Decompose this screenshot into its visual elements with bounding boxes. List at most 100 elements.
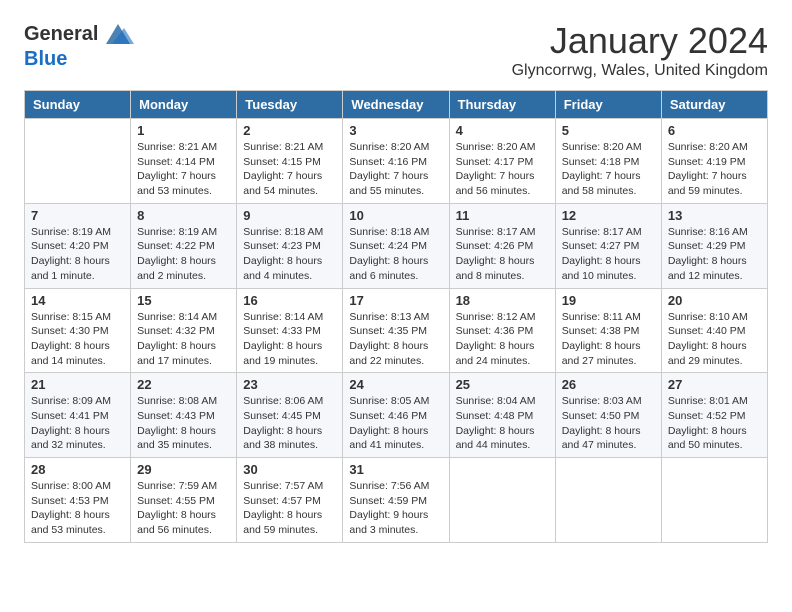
calendar-cell: 31Sunrise: 7:56 AMSunset: 4:59 PMDayligh… [343,458,449,543]
day-info-line: Sunrise: 8:00 AM [31,479,124,494]
day-info-line: Daylight: 8 hours [562,254,655,269]
day-info-line: Daylight: 8 hours [243,339,336,354]
day-info-line: Sunset: 4:50 PM [562,409,655,424]
day-number: 5 [562,123,655,138]
calendar-week-3: 14Sunrise: 8:15 AMSunset: 4:30 PMDayligh… [25,288,768,373]
day-info-line: Sunrise: 8:04 AM [456,394,549,409]
calendar-cell [25,119,131,204]
calendar-cell: 20Sunrise: 8:10 AMSunset: 4:40 PMDayligh… [661,288,767,373]
logo: General Blue [24,20,134,71]
day-info-line: Daylight: 8 hours [456,339,549,354]
day-info-line: Sunrise: 7:59 AM [137,479,230,494]
logo-blue-text: Blue [24,48,67,71]
logo-general-text: General [24,23,98,46]
day-info-line: Sunrise: 8:08 AM [137,394,230,409]
day-number: 2 [243,123,336,138]
day-info-line: and 24 minutes. [456,354,549,369]
day-info-line: and 54 minutes. [243,184,336,199]
day-info-line: and 41 minutes. [349,438,442,453]
day-number: 14 [31,293,124,308]
header: General Blue January 2024 Glyncorrwg, Wa… [24,20,768,80]
day-info-line: Sunset: 4:22 PM [137,239,230,254]
calendar-cell: 8Sunrise: 8:19 AMSunset: 4:22 PMDaylight… [131,203,237,288]
day-info-line: Sunrise: 8:06 AM [243,394,336,409]
day-info-line: Daylight: 8 hours [349,339,442,354]
day-info-line: Sunset: 4:36 PM [456,324,549,339]
day-info-line: Sunrise: 8:14 AM [137,310,230,325]
day-info-line: Sunrise: 8:09 AM [31,394,124,409]
day-info-line: Daylight: 8 hours [137,339,230,354]
calendar-cell: 27Sunrise: 8:01 AMSunset: 4:52 PMDayligh… [661,373,767,458]
day-info-line: Daylight: 8 hours [668,424,761,439]
day-number: 11 [456,208,549,223]
day-number: 30 [243,462,336,477]
calendar-cell: 1Sunrise: 8:21 AMSunset: 4:14 PMDaylight… [131,119,237,204]
location: Glyncorrwg, Wales, United Kingdom [512,62,768,80]
calendar-cell [555,458,661,543]
day-info-line: Daylight: 8 hours [668,254,761,269]
day-number: 25 [456,377,549,392]
day-info-line: and 27 minutes. [562,354,655,369]
logo-icon [102,20,134,48]
calendar-cell: 16Sunrise: 8:14 AMSunset: 4:33 PMDayligh… [237,288,343,373]
day-info-line: Sunrise: 8:21 AM [243,140,336,155]
col-header-monday: Monday [131,91,237,119]
day-info-line: Sunrise: 8:16 AM [668,225,761,240]
calendar-cell: 13Sunrise: 8:16 AMSunset: 4:29 PMDayligh… [661,203,767,288]
day-info-line: Daylight: 8 hours [456,424,549,439]
calendar-cell: 18Sunrise: 8:12 AMSunset: 4:36 PMDayligh… [449,288,555,373]
day-info-line: Daylight: 8 hours [562,424,655,439]
calendar-cell: 11Sunrise: 8:17 AMSunset: 4:26 PMDayligh… [449,203,555,288]
calendar-cell: 5Sunrise: 8:20 AMSunset: 4:18 PMDaylight… [555,119,661,204]
day-info-line: and 14 minutes. [31,354,124,369]
calendar-cell: 9Sunrise: 8:18 AMSunset: 4:23 PMDaylight… [237,203,343,288]
day-info-line: Sunrise: 8:18 AM [349,225,442,240]
day-number: 8 [137,208,230,223]
calendar-cell: 21Sunrise: 8:09 AMSunset: 4:41 PMDayligh… [25,373,131,458]
day-info-line: Daylight: 8 hours [243,508,336,523]
day-info-line: Sunrise: 8:18 AM [243,225,336,240]
day-info-line: Sunset: 4:20 PM [31,239,124,254]
col-header-wednesday: Wednesday [343,91,449,119]
day-info-line: Sunset: 4:40 PM [668,324,761,339]
day-info-line: Sunset: 4:57 PM [243,494,336,509]
day-info-line: and 56 minutes. [137,523,230,538]
day-number: 10 [349,208,442,223]
day-number: 29 [137,462,230,477]
day-info-line: and 8 minutes. [456,269,549,284]
calendar-week-1: 1Sunrise: 8:21 AMSunset: 4:14 PMDaylight… [25,119,768,204]
day-info-line: Sunrise: 7:56 AM [349,479,442,494]
day-info-line: Sunset: 4:38 PM [562,324,655,339]
day-number: 12 [562,208,655,223]
day-number: 18 [456,293,549,308]
day-number: 4 [456,123,549,138]
day-info-line: Sunset: 4:16 PM [349,155,442,170]
day-info-line: Sunset: 4:24 PM [349,239,442,254]
day-info-line: Sunset: 4:29 PM [668,239,761,254]
calendar-cell: 24Sunrise: 8:05 AMSunset: 4:46 PMDayligh… [343,373,449,458]
col-header-thursday: Thursday [449,91,555,119]
day-info-line: and 4 minutes. [243,269,336,284]
day-info-line: Sunset: 4:17 PM [456,155,549,170]
day-info-line: Sunset: 4:27 PM [562,239,655,254]
calendar-cell: 4Sunrise: 8:20 AMSunset: 4:17 PMDaylight… [449,119,555,204]
day-number: 31 [349,462,442,477]
calendar-cell: 6Sunrise: 8:20 AMSunset: 4:19 PMDaylight… [661,119,767,204]
day-info-line: and 17 minutes. [137,354,230,369]
day-number: 6 [668,123,761,138]
day-info-line: Sunrise: 8:01 AM [668,394,761,409]
day-info-line: Sunset: 4:32 PM [137,324,230,339]
day-info-line: Sunset: 4:33 PM [243,324,336,339]
day-info-line: Sunset: 4:14 PM [137,155,230,170]
calendar-cell: 22Sunrise: 8:08 AMSunset: 4:43 PMDayligh… [131,373,237,458]
calendar-cell: 17Sunrise: 8:13 AMSunset: 4:35 PMDayligh… [343,288,449,373]
month-title: January 2024 [512,20,768,62]
calendar-cell: 19Sunrise: 8:11 AMSunset: 4:38 PMDayligh… [555,288,661,373]
day-info-line: and 50 minutes. [668,438,761,453]
day-info-line: and 53 minutes. [31,523,124,538]
day-info-line: Sunrise: 8:13 AM [349,310,442,325]
calendar-cell: 10Sunrise: 8:18 AMSunset: 4:24 PMDayligh… [343,203,449,288]
day-info-line: Daylight: 8 hours [31,254,124,269]
day-info-line: and 38 minutes. [243,438,336,453]
day-info-line: and 35 minutes. [137,438,230,453]
